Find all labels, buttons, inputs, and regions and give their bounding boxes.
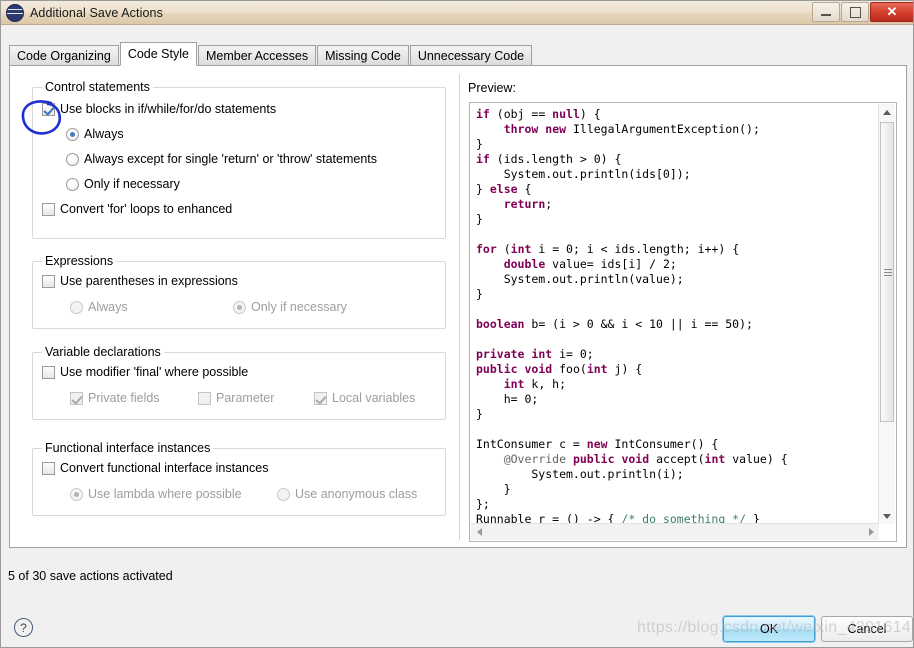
- checkbox-parameter-label: Parameter: [216, 391, 275, 405]
- ok-button[interactable]: OK: [722, 615, 816, 643]
- close-button[interactable]: ✕: [870, 2, 913, 22]
- checkbox-private-fields[interactable]: Private fields: [70, 391, 160, 405]
- checkbox-use-parentheses-label: Use parentheses in expressions: [60, 274, 238, 288]
- maximize-icon: [849, 6, 861, 18]
- group-control-statements: Control statements Use blocks in if/whil…: [32, 80, 446, 239]
- checkbox-icon: [42, 365, 55, 379]
- radio-use-lambda[interactable]: Use lambda where possible: [70, 487, 242, 501]
- tab-code-organizing[interactable]: Code Organizing: [9, 45, 119, 65]
- checkbox-icon: [42, 202, 55, 216]
- radio-icon: [70, 300, 83, 314]
- tab-strip: Code Organizing Code Style Member Access…: [9, 42, 533, 66]
- group-variable-declarations-legend: Variable declarations: [42, 345, 164, 359]
- scroll-up-icon[interactable]: [879, 104, 895, 120]
- app-circle-icon: [6, 3, 24, 22]
- group-variable-declarations: Variable declarations Use modifier 'fina…: [32, 345, 446, 420]
- tab-code-style[interactable]: Code Style: [119, 42, 197, 66]
- group-expressions: Expressions Use parentheses in expressio…: [32, 254, 446, 329]
- checkbox-use-blocks-label: Use blocks in if/while/for/do statements: [60, 102, 277, 116]
- checkbox-convert-for-loops-label: Convert 'for' loops to enhanced: [60, 202, 233, 216]
- maximize-button[interactable]: [841, 2, 869, 22]
- radio-parens-only-if-necessary[interactable]: Only if necessary: [233, 300, 347, 314]
- radio-blocks-always[interactable]: Always: [66, 127, 124, 141]
- checkbox-use-final[interactable]: Use modifier 'final' where possible: [42, 365, 248, 379]
- grip-icon: [884, 269, 892, 276]
- group-functional-interface-instances-legend: Functional interface instances: [42, 441, 214, 455]
- checkbox-local-variables-label: Local variables: [332, 391, 416, 405]
- checkbox-private-fields-label: Private fields: [88, 391, 160, 405]
- radio-blocks-only-if-necessary[interactable]: Only if necessary: [66, 177, 180, 191]
- preview-code-panel[interactable]: if (obj == null) { throw new IllegalArgu…: [469, 102, 897, 542]
- checkbox-convert-functional-interface-instances[interactable]: Convert functional interface instances: [42, 461, 268, 475]
- radio-parens-only-if-necessary-label: Only if necessary: [251, 300, 347, 314]
- status-text: 5 of 30 save actions activated: [8, 569, 173, 583]
- radio-icon: [66, 127, 79, 141]
- panel-divider: [459, 74, 460, 540]
- minimize-icon: [821, 13, 831, 16]
- minimize-button[interactable]: [812, 2, 840, 22]
- checkbox-use-parentheses[interactable]: Use parentheses in expressions: [42, 274, 238, 288]
- preview-horizontal-scrollbar[interactable]: [471, 523, 879, 540]
- radio-parens-always-label: Always: [88, 300, 128, 314]
- radio-blocks-always-except[interactable]: Always except for single 'return' or 'th…: [66, 152, 377, 166]
- cancel-button[interactable]: Cancel: [821, 616, 913, 642]
- window-title: Additional Save Actions: [30, 5, 163, 20]
- preview-code-text: if (obj == null) { throw new IllegalArgu…: [476, 107, 788, 526]
- checkbox-convert-for-loops[interactable]: Convert 'for' loops to enhanced: [42, 202, 232, 216]
- radio-icon: [277, 487, 290, 501]
- tab-missing-code[interactable]: Missing Code: [317, 45, 409, 65]
- radio-icon: [66, 152, 79, 166]
- radio-use-anonymous-class-label: Use anonymous class: [295, 487, 418, 501]
- help-icon[interactable]: ?: [14, 618, 33, 637]
- checkbox-icon: [70, 391, 83, 405]
- radio-icon: [233, 300, 246, 314]
- scroll-right-icon[interactable]: [863, 524, 879, 540]
- group-expressions-legend: Expressions: [42, 254, 117, 268]
- checkbox-convert-functional-interface-instances-label: Convert functional interface instances: [60, 461, 269, 475]
- checkbox-local-variables[interactable]: Local variables: [314, 391, 415, 405]
- scroll-left-icon[interactable]: [471, 524, 487, 540]
- title-bar: Additional Save Actions ✕: [1, 1, 913, 25]
- checkbox-use-blocks[interactable]: Use blocks in if/while/for/do statements: [42, 102, 276, 116]
- tab-unnecessary-code[interactable]: Unnecessary Code: [409, 45, 533, 65]
- radio-use-anonymous-class[interactable]: Use anonymous class: [277, 487, 417, 501]
- checkbox-use-final-label: Use modifier 'final' where possible: [60, 365, 249, 379]
- checkbox-parameter[interactable]: Parameter: [198, 391, 274, 405]
- checkbox-icon: [314, 391, 327, 405]
- checkbox-icon: [42, 461, 55, 475]
- radio-blocks-always-except-label: Always except for single 'return' or 'th…: [84, 152, 377, 166]
- radio-blocks-only-if-necessary-label: Only if necessary: [84, 177, 180, 191]
- additional-save-actions-dialog: Additional Save Actions ✕ Code Organizin…: [0, 0, 914, 648]
- preview-vertical-scrollbar[interactable]: [878, 104, 895, 524]
- checkbox-icon: [42, 274, 55, 288]
- checkbox-icon: [198, 391, 211, 405]
- tab-member-accesses[interactable]: Member Accesses: [197, 45, 317, 65]
- radio-blocks-always-label: Always: [84, 127, 124, 141]
- radio-icon: [70, 487, 83, 501]
- radio-icon: [66, 177, 79, 191]
- vertical-scroll-thumb[interactable]: [880, 122, 894, 422]
- preview-label: Preview:: [468, 81, 516, 95]
- radio-use-lambda-label: Use lambda where possible: [88, 487, 242, 501]
- group-control-statements-legend: Control statements: [42, 80, 153, 94]
- radio-parens-always[interactable]: Always: [70, 300, 128, 314]
- checkbox-icon: [42, 102, 55, 116]
- window-controls: ✕: [811, 2, 913, 22]
- scroll-down-icon[interactable]: [879, 508, 895, 524]
- group-functional-interface-instances: Functional interface instances Convert f…: [32, 441, 446, 516]
